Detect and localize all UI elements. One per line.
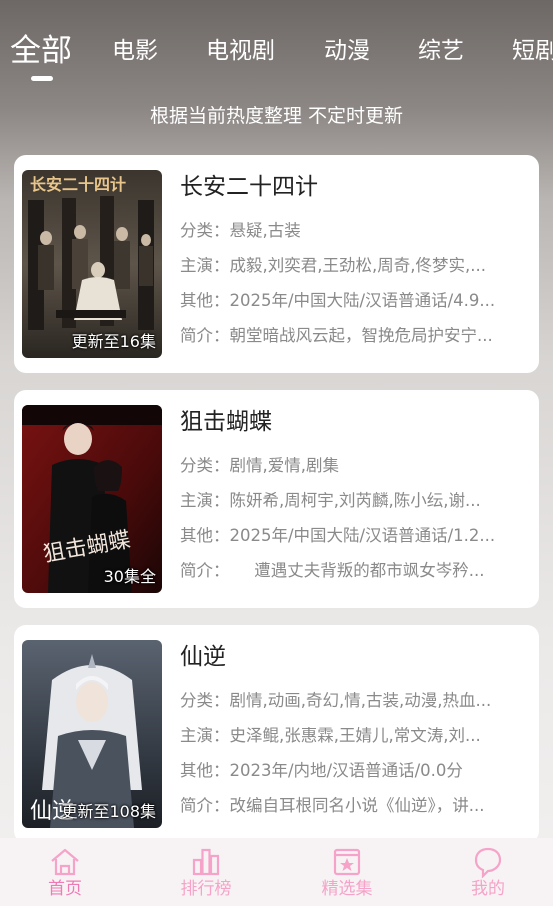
genre-label: 分类： xyxy=(180,221,230,240)
other-row: 其他：2025年/中国大陆/汉语普通话/4.9... xyxy=(180,290,530,312)
intro-label: 简介： xyxy=(180,561,222,580)
cast-label: 主演： xyxy=(180,726,230,745)
nav-profile-label: 我的 xyxy=(471,879,505,899)
item-title[interactable]: 长安二十四计 xyxy=(180,171,530,207)
nav-home[interactable]: 首页 xyxy=(10,846,120,900)
active-tab-indicator xyxy=(31,76,53,81)
star-box-icon xyxy=(333,848,361,876)
genre-label: 分类： xyxy=(180,691,230,710)
tab-tv-series[interactable]: 电视剧 xyxy=(206,36,275,66)
list-subtitle: 根据当前热度整理 不定时更新 xyxy=(149,105,404,127)
chart-icon xyxy=(192,848,220,876)
other-value: 2025年/中国大陆/汉语普通话/4.9... xyxy=(229,291,496,310)
tab-all[interactable]: 全部 xyxy=(10,32,72,70)
other-row: 其他：2025年/中国大陆/汉语普通话/1.2... xyxy=(180,525,530,547)
user-icon xyxy=(474,847,502,878)
nav-featured-label: 精选集 xyxy=(321,879,373,899)
genre-value: 悬疑,古装 xyxy=(229,221,301,240)
cast-value: 史泽鲲,张惠霖,王婧儿,常文涛,刘... xyxy=(229,726,481,745)
intro-row: 简介： 遭遇丈夫背叛的都市飒女岑矜... xyxy=(180,560,530,582)
tab-short-drama[interactable]: 短剧 xyxy=(512,36,553,66)
poster-image[interactable]: 仙逆 更新至108集 xyxy=(22,640,162,828)
cast-label: 主演： xyxy=(180,256,230,275)
poster-image[interactable]: 狙击蝴蝶 30集全 xyxy=(22,405,162,593)
genre-value: 剧情,动画,奇幻,情,古装,动漫,热血... xyxy=(229,691,492,710)
tab-anime[interactable]: 动漫 xyxy=(324,36,370,66)
cast-label: 主演： xyxy=(180,491,230,510)
tab-variety[interactable]: 综艺 xyxy=(418,36,464,66)
item-info: 仙逆 分类：剧情,动画,奇幻,情,古装,动漫,热血... 主演：史泽鲲,张惠霖,… xyxy=(180,641,530,817)
episode-badge: 更新至16集 xyxy=(71,332,156,351)
intro-label: 简介： xyxy=(180,796,230,815)
category-tabs: 全部 电影 电视剧 动漫 综艺 短剧 xyxy=(0,0,553,96)
intro-label: 简介： xyxy=(180,326,230,345)
list-item[interactable]: 仙逆 更新至108集 仙逆 分类：剧情,动画,奇幻,情,古装,动漫,热血... … xyxy=(14,625,539,843)
list-item[interactable]: 狙击蝴蝶 30集全 狙击蝴蝶 分类：剧情,爱情,剧集 主演：陈妍希,周柯宇,刘芮… xyxy=(14,390,539,608)
svg-text:长安二十四计: 长安二十四计 xyxy=(30,175,126,194)
nav-ranking-label: 排行榜 xyxy=(180,879,232,899)
genre-row: 分类：悬疑,古装 xyxy=(180,220,530,242)
nav-profile[interactable]: 我的 xyxy=(433,846,543,900)
cast-row: 主演：成毅,刘奕君,王劲松,周奇,佟梦实,... xyxy=(180,255,530,277)
list-item[interactable]: 长安二十四计 更新至16集 长安二十四计 分类：悬疑,古装 主演：成毅,刘奕君,… xyxy=(14,155,539,373)
nav-home-label: 首页 xyxy=(48,879,82,899)
cast-row: 主演：史泽鲲,张惠霖,王婧儿,常文涛,刘... xyxy=(180,725,530,747)
intro-value: 遭遇丈夫背叛的都市飒女岑矜... xyxy=(221,561,485,580)
nav-ranking[interactable]: 排行榜 xyxy=(151,846,261,900)
other-row: 其他：2023年/内地/汉语普通话/0.0分 xyxy=(180,760,530,782)
cast-value: 陈妍希,周柯宇,刘芮麟,陈小纭,谢... xyxy=(229,491,481,510)
item-title[interactable]: 仙逆 xyxy=(180,641,530,677)
other-value: 2023年/内地/汉语普通话/0.0分 xyxy=(229,761,463,780)
genre-row: 分类：剧情,动画,奇幻,情,古装,动漫,热血... xyxy=(180,690,530,712)
tab-movies[interactable]: 电影 xyxy=(112,36,158,66)
poster-image[interactable]: 长安二十四计 更新至16集 xyxy=(22,170,162,358)
genre-value: 剧情,爱情,剧集 xyxy=(229,456,340,475)
other-label: 其他： xyxy=(180,526,230,545)
item-info: 狙击蝴蝶 分类：剧情,爱情,剧集 主演：陈妍希,周柯宇,刘芮麟,陈小纭,谢...… xyxy=(180,406,530,582)
episode-badge: 更新至108集 xyxy=(61,802,156,821)
home-icon xyxy=(51,848,79,876)
episode-badge: 30集全 xyxy=(103,567,156,586)
bottom-tab-bar: 首页 排行榜 精选集 我的 xyxy=(0,838,553,906)
genre-row: 分类：剧情,爱情,剧集 xyxy=(180,455,530,477)
intro-value: 朝堂暗战风云起，智挽危局护安宁... xyxy=(229,326,493,345)
intro-row: 简介：改编自耳根同名小说《仙逆》，讲... xyxy=(180,795,530,817)
cast-row: 主演：陈妍希,周柯宇,刘芮麟,陈小纭,谢... xyxy=(180,490,530,512)
other-label: 其他： xyxy=(180,761,230,780)
item-info: 长安二十四计 分类：悬疑,古装 主演：成毅,刘奕君,王劲松,周奇,佟梦实,...… xyxy=(180,171,530,347)
intro-row: 简介：朝堂暗战风云起，智挽危局护安宁... xyxy=(180,325,530,347)
intro-value: 改编自耳根同名小说《仙逆》，讲... xyxy=(229,796,485,815)
other-value: 2025年/中国大陆/汉语普通话/1.2... xyxy=(229,526,496,545)
item-title[interactable]: 狙击蝴蝶 xyxy=(180,406,530,442)
other-label: 其他： xyxy=(180,291,230,310)
genre-label: 分类： xyxy=(180,456,230,475)
nav-featured[interactable]: 精选集 xyxy=(292,846,402,900)
cast-value: 成毅,刘奕君,王劲松,周奇,佟梦实,... xyxy=(229,256,486,275)
